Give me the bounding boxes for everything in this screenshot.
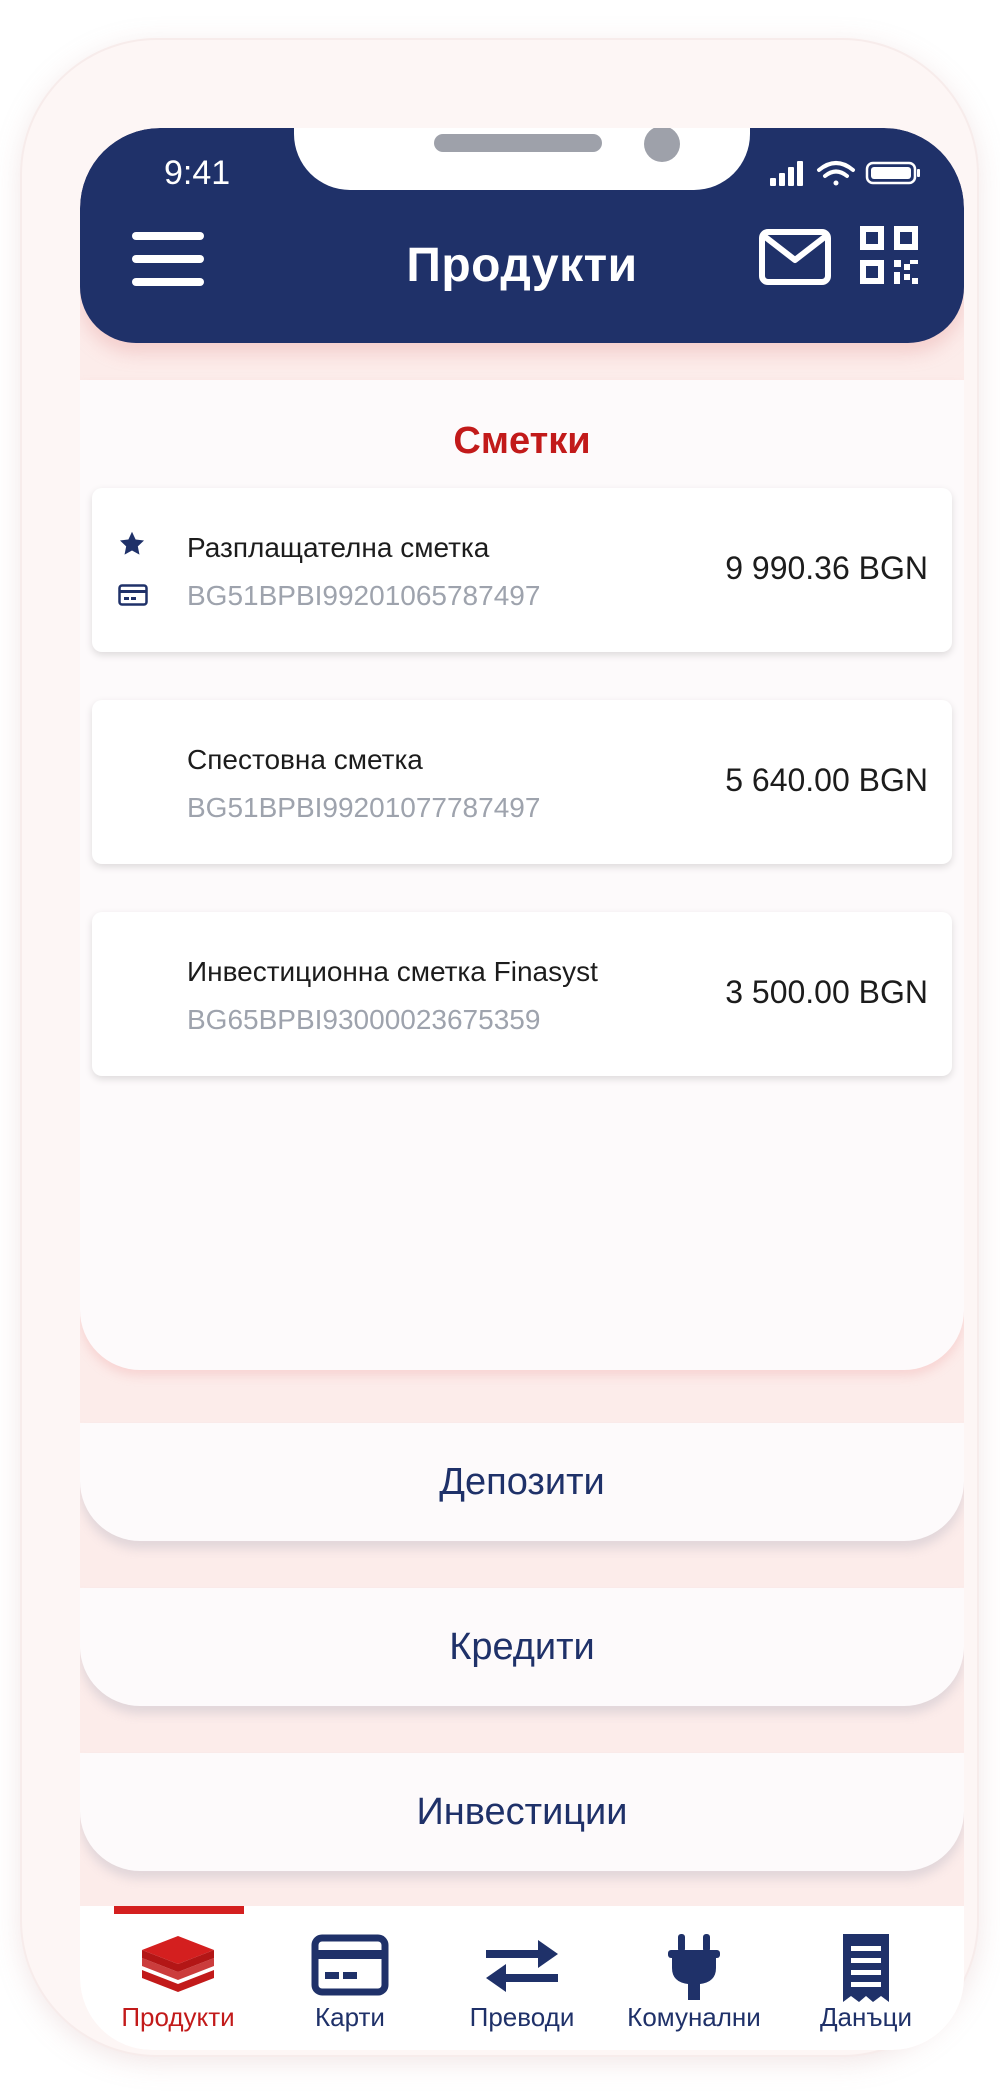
account-balance: 9 990.36 BGN [725, 550, 928, 586]
screen: 9:41 Продукти Сметки Разплащателна сметк… [80, 128, 964, 2050]
nav-utilities[interactable]: Комунални [606, 1906, 782, 2036]
section-title-accounts: Сметки [453, 420, 591, 462]
notch [294, 128, 750, 190]
plug-icon [668, 1934, 720, 2000]
front-camera [644, 128, 680, 162]
layers-icon [142, 1936, 214, 1992]
account-balance: 3 500.00 BGN [725, 974, 928, 1010]
card-icon [118, 584, 148, 606]
nav-label: Данъци [819, 2002, 913, 2032]
status-time: 9:41 [164, 154, 231, 192]
account-name: Спестовна сметка [187, 744, 423, 775]
section-deposits[interactable]: Депозити [80, 1423, 964, 1541]
card-icon [311, 1934, 389, 1996]
mail-icon[interactable] [758, 228, 832, 286]
nav-label: Карти [315, 2002, 385, 2032]
account-name: Разплащателна сметка [187, 532, 490, 563]
nav-label: Продукти [121, 2002, 235, 2032]
section-credits[interactable]: Кредити [80, 1588, 964, 1706]
bottom-nav: Продукти Карти Преводи Комунални Данъци [80, 1906, 964, 2050]
nav-transfers[interactable]: Преводи [434, 1906, 610, 2036]
nav-label: Преводи [469, 2002, 575, 2032]
signal-icon [770, 161, 803, 186]
nav-cards[interactable]: Карти [262, 1906, 438, 2036]
account-balance: 5 640.00 BGN [725, 762, 928, 798]
receipt-icon [843, 1934, 889, 2002]
speaker [434, 134, 602, 152]
app-header: 9:41 Продукти [80, 128, 964, 343]
account-card[interactable]: Инвестиционна сметка Finasyst BG65BPBI93… [92, 912, 952, 1076]
account-iban: BG51BPBI99201077787497 [187, 792, 541, 823]
wifi-icon [817, 161, 855, 186]
account-card[interactable]: Разплащателна сметка BG51BPBI99201065787… [92, 488, 952, 652]
nav-label: Комунални [627, 2002, 761, 2032]
section-investments[interactable]: Инвестиции [80, 1753, 964, 1871]
account-name: Инвестиционна сметка Finasyst [187, 956, 598, 987]
star-icon[interactable] [118, 530, 146, 558]
nav-products[interactable]: Продукти [90, 1906, 266, 2036]
account-iban: BG51BPBI99201065787497 [187, 580, 541, 611]
accounts-section: Сметки Разплащателна сметка BG51BPBI9920… [80, 380, 964, 1370]
account-iban: BG65BPBI93000023675359 [187, 1004, 541, 1035]
battery-icon [865, 161, 920, 185]
nav-taxes[interactable]: Данъци [778, 1906, 954, 2036]
account-card[interactable]: Спестовна сметка BG51BPBI99201077787497 … [92, 700, 952, 864]
status-icons [770, 161, 920, 186]
phone-frame: 9:41 Продукти Сметки Разплащателна сметк… [22, 40, 977, 2055]
qr-code-icon[interactable] [860, 226, 918, 284]
transfer-icon [486, 1940, 558, 1992]
